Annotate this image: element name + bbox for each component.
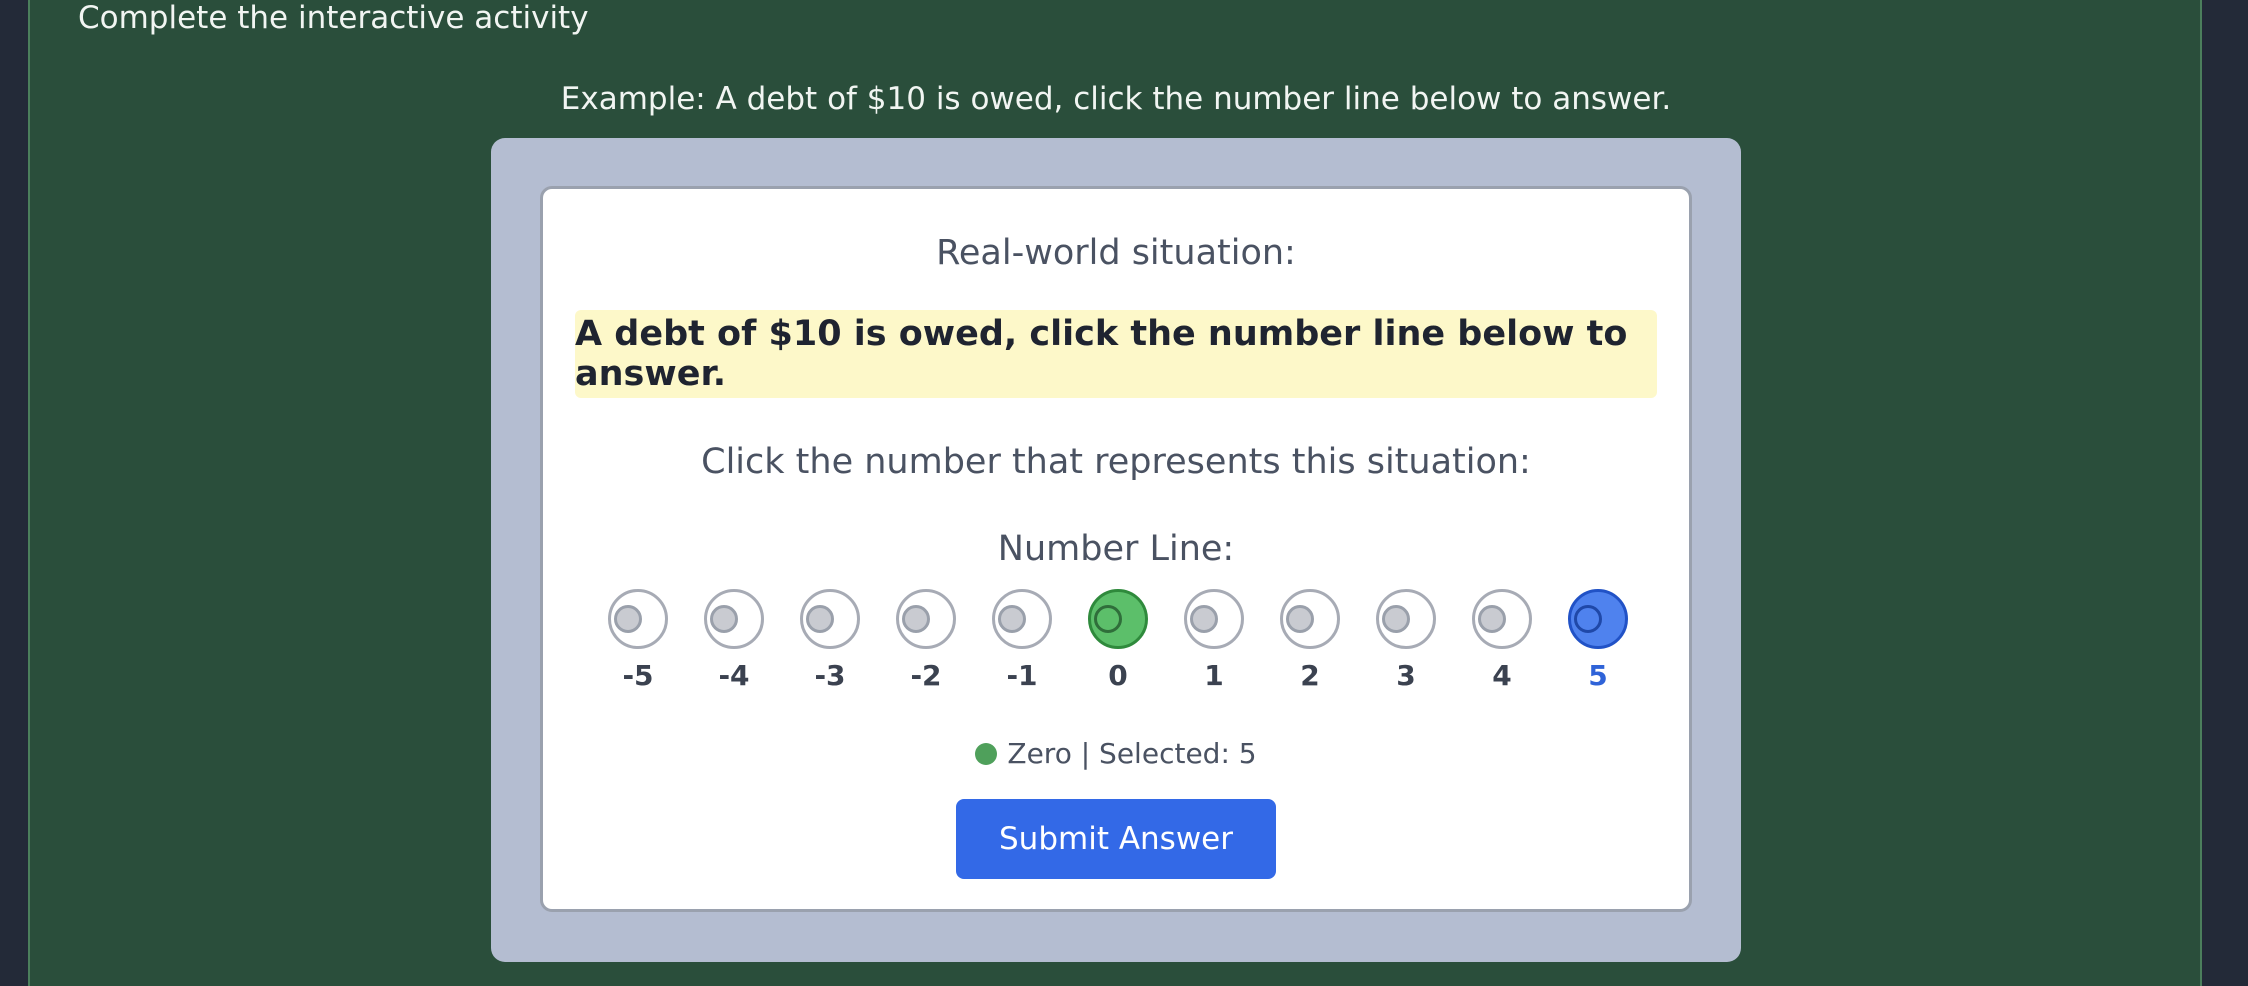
- number-circle-button[interactable]: [1088, 589, 1148, 649]
- radio-dot-icon: [1190, 605, 1218, 633]
- zero-dot-icon: [975, 743, 998, 765]
- number-circle-button[interactable]: [1184, 589, 1244, 649]
- radio-dot-icon: [1286, 605, 1314, 633]
- submit-answer-button[interactable]: Submit Answer: [956, 799, 1276, 879]
- number-circle-button[interactable]: [1376, 589, 1436, 649]
- number-circle-button[interactable]: [1568, 589, 1628, 649]
- number-line-item-3[interactable]: 3: [1371, 589, 1441, 693]
- instructions-text: Complete the interactive activity: [78, 0, 589, 36]
- number-label: 2: [1300, 659, 1320, 692]
- number-label: -5: [622, 659, 654, 692]
- radio-dot-icon: [1094, 605, 1122, 633]
- number-label: 0: [1108, 659, 1128, 692]
- number-line-item--1[interactable]: -1: [987, 589, 1057, 693]
- prompt-text: Click the number that represents this si…: [701, 442, 1531, 482]
- number-line-label: Number Line:: [997, 529, 1235, 569]
- example-text: Example: A debt of $10 is owed, click th…: [560, 81, 1672, 117]
- number-label: -4: [718, 659, 750, 692]
- radio-dot-icon: [710, 605, 738, 633]
- radio-dot-icon: [614, 605, 642, 633]
- number-line-item--2[interactable]: -2: [891, 589, 961, 693]
- number-line-item-1[interactable]: 1: [1179, 589, 1249, 693]
- radio-dot-icon: [1574, 605, 1602, 633]
- number-circle-button[interactable]: [608, 589, 668, 649]
- number-line-item-2[interactable]: 2: [1275, 589, 1345, 693]
- number-label: 3: [1396, 659, 1416, 692]
- number-label: -3: [814, 659, 846, 692]
- number-circle-button[interactable]: [1472, 589, 1532, 649]
- number-label: 4: [1492, 659, 1512, 692]
- number-line-item-0[interactable]: 0: [1083, 589, 1153, 693]
- legend-text: Zero | Selected: 5: [1007, 737, 1257, 770]
- number-circle-button[interactable]: [800, 589, 860, 649]
- activity-card: Real-world situation: A debt of $10 is o…: [540, 186, 1692, 912]
- number-label: 1: [1204, 659, 1224, 692]
- radio-dot-icon: [1382, 605, 1410, 633]
- number-circle-button[interactable]: [1280, 589, 1340, 649]
- number-line-item-4[interactable]: 4: [1467, 589, 1537, 693]
- number-label: -2: [910, 659, 942, 692]
- radio-dot-icon: [902, 605, 930, 633]
- number-line: -5 -4 -3 -2 -1 0 1 2 3 4 5: [543, 589, 1689, 709]
- number-line-item--4[interactable]: -4: [699, 589, 769, 693]
- situation-label: Real-world situation:: [936, 233, 1296, 273]
- radio-dot-icon: [1478, 605, 1506, 633]
- radio-dot-icon: [806, 605, 834, 633]
- number-circle-button[interactable]: [896, 589, 956, 649]
- number-label: -1: [1006, 659, 1038, 692]
- number-line-item--5[interactable]: -5: [603, 589, 673, 693]
- number-circle-button[interactable]: [992, 589, 1052, 649]
- number-label: 5: [1588, 659, 1608, 692]
- number-line-item--3[interactable]: -3: [795, 589, 865, 693]
- legend: Zero | Selected: 5: [543, 737, 1689, 771]
- situation-text: A debt of $10 is owed, click the number …: [575, 310, 1657, 398]
- number-circle-button[interactable]: [704, 589, 764, 649]
- radio-dot-icon: [998, 605, 1026, 633]
- number-line-item-5[interactable]: 5: [1563, 589, 1633, 693]
